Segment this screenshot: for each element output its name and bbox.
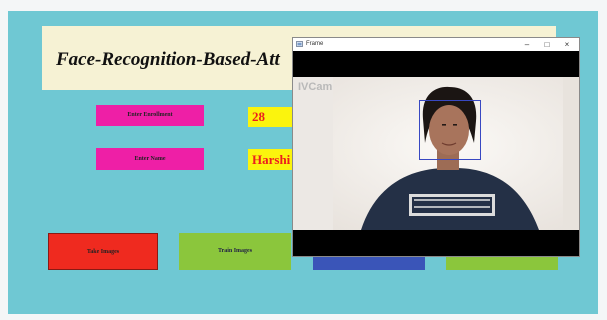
face-detection-box [419, 100, 481, 160]
train-images-button[interactable]: Train Images [179, 233, 291, 270]
name-label: Enter Name [96, 148, 204, 170]
maximize-button[interactable]: □ [537, 38, 557, 51]
frame-window-title: Frame [306, 41, 324, 47]
letterbox-top [293, 51, 579, 77]
enrollment-label: Enter Enrollment [96, 105, 204, 126]
window-app-icon [296, 41, 303, 47]
screenshot: Face-Recognition-Based-Att Enter Enrollm… [0, 0, 607, 320]
take-images-button[interactable]: Take Images [48, 233, 158, 270]
page-title: Face-Recognition-Based-Att [56, 49, 280, 70]
ivcam-watermark: IVCam [298, 81, 333, 93]
close-button[interactable]: × [557, 38, 577, 51]
frame-titlebar[interactable]: Frame – □ × [293, 38, 579, 51]
camera-frame-window[interactable]: Frame – □ × IVCam [292, 37, 580, 257]
minimize-button[interactable]: – [517, 38, 537, 51]
letterbox-bottom [293, 230, 579, 256]
camera-feed: IVCam [293, 77, 579, 230]
